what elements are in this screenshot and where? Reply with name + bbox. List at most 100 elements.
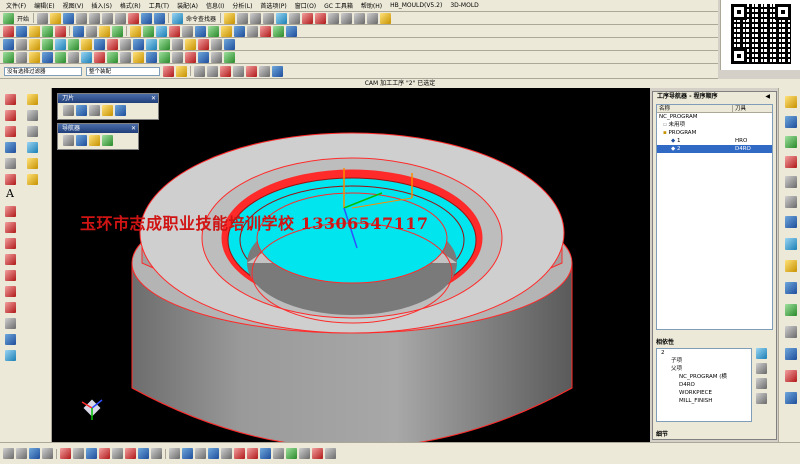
midpoint-snap-icon[interactable] [233,65,244,77]
command-finder-button[interactable]: 命令查找器 [184,14,218,23]
assembly-icon[interactable] [211,38,222,50]
create-method-icon[interactable] [42,25,53,37]
render-style-icon[interactable] [289,12,301,24]
copy-object-icon[interactable] [247,25,258,37]
ellipse-icon[interactable] [27,142,38,153]
rectangle-icon[interactable] [5,126,16,137]
cut-icon[interactable] [89,12,101,24]
output-cls-icon[interactable] [195,25,206,37]
dependencies-tree[interactable]: 2 子项 父项 NC_PROGRAM (横 D4RO WORKPIECE MIL… [656,348,752,422]
hole-icon[interactable] [81,51,92,63]
point-snap-icon[interactable] [207,65,218,77]
cube-icon[interactable] [272,65,283,77]
filter-icon[interactable] [107,38,118,50]
window-icon[interactable] [367,12,379,24]
menu-help[interactable]: 帮助(H) [357,1,386,10]
arrow-right-icon[interactable] [756,363,767,374]
view-front-icon[interactable] [3,448,14,459]
panel-menu-icon[interactable]: ◀ [765,92,770,101]
program-order-view-icon[interactable] [63,135,74,146]
close-icon[interactable]: ✕ [151,94,156,103]
text-icon[interactable]: A [6,187,14,200]
details-section-title[interactable]: 细节 [656,429,668,438]
start-icon[interactable] [3,12,14,24]
shell-icon[interactable] [133,51,144,63]
edge-display-icon[interactable] [60,448,71,459]
wcs-icon[interactable] [341,12,353,24]
point-icon[interactable] [27,94,38,105]
edit-object-icon[interactable] [221,25,232,37]
shaded-view-icon[interactable] [276,12,288,24]
orient-view-icon[interactable] [195,448,206,459]
join-curve-icon[interactable] [5,238,16,249]
program-view-icon[interactable] [73,25,84,37]
polygon-icon[interactable] [27,126,38,137]
spline-icon[interactable] [5,158,16,169]
subtract-icon[interactable] [211,51,222,63]
palette-icon[interactable] [785,326,797,338]
layer-icon[interactable] [328,12,340,24]
paste-icon[interactable] [115,12,127,24]
layout-icon[interactable] [221,448,232,459]
check-icon[interactable] [42,38,53,50]
delete-object-icon[interactable] [260,25,271,37]
machine-tool-navigator-icon[interactable] [785,348,797,360]
law-curve-icon[interactable] [27,174,38,185]
examine-geometry-icon[interactable] [286,448,297,459]
menu-file[interactable]: 文件(F) [2,1,30,10]
stock-icon[interactable] [185,38,196,50]
menu-window[interactable]: 窗口(O) [291,1,320,10]
fit-view-icon[interactable] [224,12,236,24]
isoparametric-icon[interactable] [5,302,16,313]
dep-row[interactable]: MILL_FINISH [657,397,751,405]
assembly-navigator-icon[interactable] [785,96,797,108]
hidden-edge-icon[interactable] [73,448,84,459]
sort-icon[interactable] [94,38,105,50]
create-program-icon[interactable] [3,25,14,37]
menu-analysis[interactable]: 分析(L) [228,1,256,10]
unite-icon[interactable] [198,51,209,63]
clip-section-icon[interactable] [169,448,180,459]
part-model[interactable] [52,88,650,442]
menu-assembly[interactable]: 装配(A) [173,1,202,10]
menu-view[interactable]: 视图(V) [59,1,88,10]
dep-row[interactable]: WORKPIECE [657,389,751,397]
translucency-icon[interactable] [151,448,162,459]
intersect-curve-icon[interactable] [5,270,16,281]
pattern-icon[interactable] [172,51,183,63]
pan-icon[interactable] [263,12,275,24]
create-geometry-icon[interactable] [29,25,40,37]
datum-icon[interactable] [42,51,53,63]
view-top-icon[interactable] [16,448,27,459]
new-section-icon[interactable] [182,448,193,459]
machine-view-icon[interactable] [86,25,97,37]
bridge-curve-icon[interactable] [5,222,16,233]
measure-distance-icon[interactable] [234,448,245,459]
tree-row-nc-program[interactable]: NC_PROGRAM [657,113,772,121]
part-icon[interactable] [198,38,209,50]
extrude-icon[interactable] [55,51,66,63]
tree-icon[interactable] [159,38,170,50]
insert-tool-icon[interactable] [63,105,74,116]
rotate-icon[interactable] [250,12,262,24]
path-display-icon[interactable] [120,38,131,50]
replay-path-icon[interactable] [143,25,154,37]
postprocess-icon[interactable] [169,25,180,37]
tree-row-program[interactable]: ▪ PROGRAM [657,129,772,137]
dep-row[interactable]: 2 [657,349,751,357]
menu-gc-toolbox[interactable]: GC 工具箱 [320,1,357,10]
mirror-icon[interactable] [185,51,196,63]
crosshair-icon[interactable] [27,110,38,121]
menu-hb-mould[interactable]: HB_MOULD(V5.2) [386,2,446,9]
machine-tool-view-icon[interactable] [76,135,87,146]
open-folder-icon[interactable] [50,12,62,24]
pan-arrow-icon[interactable] [176,65,187,77]
geometry-view-icon[interactable] [89,135,100,146]
tree-row-unused[interactable]: ▫ 未用项 [657,121,772,129]
shop-doc-icon[interactable] [182,25,193,37]
measure-angle-icon[interactable] [247,448,258,459]
partial-shading-icon[interactable] [138,448,149,459]
delete-icon[interactable] [128,12,140,24]
face-analysis-icon[interactable] [125,448,136,459]
reuse-library-icon[interactable] [785,176,797,188]
